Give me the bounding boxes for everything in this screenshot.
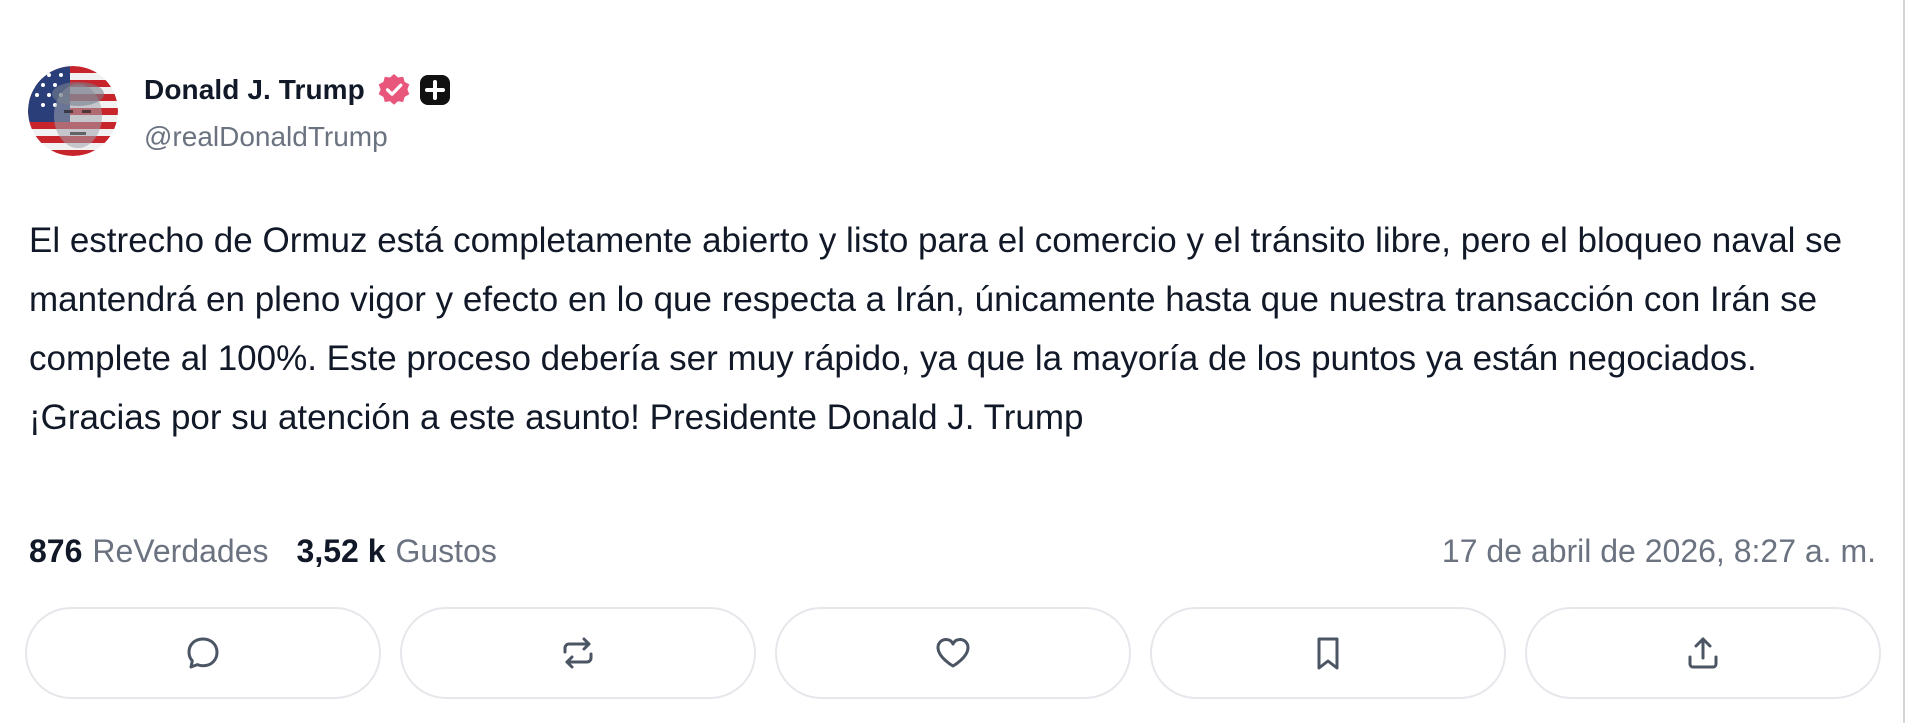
plus-badge-icon [419,74,451,106]
author-name-row: Donald J. Trump [144,70,451,110]
heart-icon [936,638,970,668]
repost-icon [563,637,593,669]
chat-bubble-icon [187,637,219,669]
verified-badge-icon [377,73,411,107]
likes-count[interactable]: 3,52 k [297,533,386,570]
share-button[interactable] [1525,607,1881,699]
bookmark-icon [1317,637,1339,670]
reply-button[interactable] [25,607,381,699]
post-timestamp[interactable]: 17 de abril de 2026, 8:27 a. m. [1442,529,1876,573]
author-handle[interactable]: @realDonaldTrump [144,121,388,153]
likes-label[interactable]: Gustos [395,533,496,570]
scrollbar-edge [1903,0,1905,723]
post-card: Donald J. Trump @realDonaldTrump El estr… [0,0,1920,723]
retruth-button[interactable] [400,607,756,699]
bookmark-button[interactable] [1150,607,1506,699]
avatar[interactable] [28,66,118,156]
avatar-image [28,66,118,156]
retruths-label[interactable]: ReVerdades [92,533,268,570]
like-button[interactable] [775,607,1131,699]
share-upload-icon [1688,637,1718,669]
post-text: El estrecho de Ormuz está completamente … [29,221,1843,437]
author-display-name[interactable]: Donald J. Trump [144,74,365,106]
retruths-count[interactable]: 876 [29,533,82,570]
post-stats: 876 ReVerdades 3,52 k Gustos [29,529,497,573]
